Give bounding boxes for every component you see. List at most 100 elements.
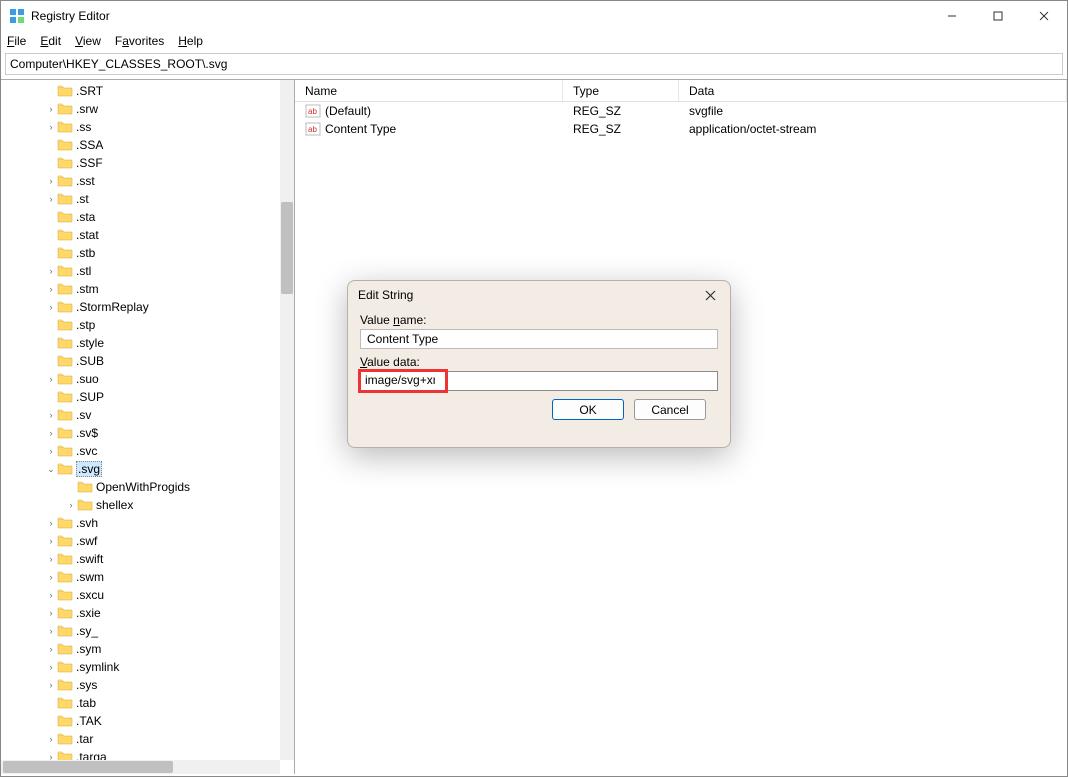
expander-icon[interactable]: ›	[45, 734, 57, 744]
expander-icon[interactable]: ›	[45, 104, 57, 114]
expander-icon[interactable]: ⌄	[45, 464, 57, 475]
expander-icon[interactable]	[45, 698, 57, 708]
menu-help[interactable]: Help	[178, 34, 203, 48]
address-bar[interactable]: Computer\HKEY_CLASSES_ROOT\.svg	[5, 53, 1063, 75]
expander-icon[interactable]: ›	[45, 446, 57, 456]
vertical-scrollbar[interactable]	[280, 80, 294, 760]
expander-icon[interactable]: ›	[45, 428, 57, 438]
expander-icon[interactable]: ›	[45, 122, 57, 132]
horizontal-scrollbar[interactable]	[1, 760, 280, 774]
menu-favorites[interactable]: Favorites	[115, 34, 164, 48]
tree-item[interactable]: OpenWithProgids	[9, 478, 294, 496]
maximize-button[interactable]	[975, 1, 1021, 31]
cancel-button[interactable]: Cancel	[634, 399, 706, 420]
expander-icon[interactable]: ›	[45, 266, 57, 276]
list-row[interactable]: ab(Default)REG_SZsvgfile	[295, 102, 1067, 120]
expander-icon[interactable]: ›	[45, 410, 57, 420]
expander-icon[interactable]: ›	[45, 518, 57, 528]
expander-icon[interactable]: ›	[45, 572, 57, 582]
tree-item[interactable]: .SUP	[9, 388, 294, 406]
tree-item[interactable]: ›.sst	[9, 172, 294, 190]
expander-icon[interactable]: ›	[45, 554, 57, 564]
tree-item[interactable]: ›.svh	[9, 514, 294, 532]
tree-item-label: shellex	[96, 498, 133, 512]
expander-icon[interactable]: ›	[45, 374, 57, 384]
col-header-data[interactable]: Data	[679, 80, 1067, 101]
tree-item[interactable]: ⌄.svg	[9, 460, 294, 478]
list-row[interactable]: abContent TypeREG_SZapplication/octet-st…	[295, 120, 1067, 138]
expander-icon[interactable]	[45, 338, 57, 348]
tree-item[interactable]: ›.stm	[9, 280, 294, 298]
expander-icon[interactable]	[45, 356, 57, 366]
tree-item[interactable]: ›.sym	[9, 640, 294, 658]
close-button[interactable]	[1021, 1, 1067, 31]
expander-icon[interactable]: ›	[65, 500, 77, 510]
tree-item[interactable]: › shellex	[9, 496, 294, 514]
expander-icon[interactable]: ›	[45, 626, 57, 636]
tree-item[interactable]: .stp	[9, 316, 294, 334]
tree-item[interactable]: .style	[9, 334, 294, 352]
tree-item[interactable]: .stat	[9, 226, 294, 244]
expander-icon[interactable]	[45, 716, 57, 726]
expander-icon[interactable]: ›	[45, 302, 57, 312]
minimize-button[interactable]	[929, 1, 975, 31]
ok-button[interactable]: OK	[552, 399, 624, 420]
tree-item[interactable]: .stb	[9, 244, 294, 262]
tree-item[interactable]: .SSF	[9, 154, 294, 172]
tree-item[interactable]: .sta	[9, 208, 294, 226]
dialog-close-button[interactable]	[700, 285, 720, 305]
tree-item[interactable]: .tab	[9, 694, 294, 712]
tree-item[interactable]: ›.sy_	[9, 622, 294, 640]
tree-item[interactable]: .SSA	[9, 136, 294, 154]
menubar: File Edit View Favorites Help	[1, 31, 1067, 51]
tree-item[interactable]: ›.sv$	[9, 424, 294, 442]
tree-item[interactable]: ›.sxcu	[9, 586, 294, 604]
expander-icon[interactable]: ›	[45, 644, 57, 654]
expander-icon[interactable]	[45, 248, 57, 258]
value-data-input[interactable]	[361, 372, 439, 388]
tree-item[interactable]: ›.sv	[9, 406, 294, 424]
menu-edit[interactable]: Edit	[40, 34, 61, 48]
menu-view[interactable]: View	[75, 34, 101, 48]
tree-item-label: .stl	[76, 264, 91, 278]
expander-icon[interactable]: ›	[45, 194, 57, 204]
tree-item[interactable]: › .stl	[9, 262, 294, 280]
expander-icon[interactable]	[45, 86, 57, 96]
tree-item[interactable]: .SUB	[9, 352, 294, 370]
tree-item[interactable]: ›.swf	[9, 532, 294, 550]
tree-item[interactable]: ›.st	[9, 190, 294, 208]
tree-item[interactable]: .TAK	[9, 712, 294, 730]
tree-item[interactable]: ›.swm	[9, 568, 294, 586]
expander-icon[interactable]	[45, 320, 57, 330]
menu-file[interactable]: File	[7, 34, 26, 48]
expander-icon[interactable]: ›	[45, 284, 57, 294]
tree-item-label: .tab	[76, 696, 96, 710]
expander-icon[interactable]	[45, 212, 57, 222]
folder-icon	[77, 498, 93, 512]
expander-icon[interactable]	[45, 158, 57, 168]
tree-item[interactable]: .SRT	[9, 82, 294, 100]
expander-icon[interactable]: ›	[45, 176, 57, 186]
expander-icon[interactable]	[45, 392, 57, 402]
value-name-field[interactable]: Content Type	[360, 329, 718, 349]
tree-item[interactable]: ›.StormReplay	[9, 298, 294, 316]
tree-item[interactable]: ›.swift	[9, 550, 294, 568]
tree-item[interactable]: ›.sys	[9, 676, 294, 694]
expander-icon[interactable]	[45, 140, 57, 150]
expander-icon[interactable]	[45, 230, 57, 240]
expander-icon[interactable]	[65, 482, 77, 492]
tree-item[interactable]: ›.ss	[9, 118, 294, 136]
expander-icon[interactable]: ›	[45, 662, 57, 672]
expander-icon[interactable]: ›	[45, 536, 57, 546]
tree-item[interactable]: ›.tar	[9, 730, 294, 748]
expander-icon[interactable]: ›	[45, 608, 57, 618]
tree-item[interactable]: ›.srw	[9, 100, 294, 118]
expander-icon[interactable]: ›	[45, 590, 57, 600]
tree-item[interactable]: ›.symlink	[9, 658, 294, 676]
tree-item[interactable]: ›.svc	[9, 442, 294, 460]
col-header-name[interactable]: Name	[295, 80, 563, 101]
col-header-type[interactable]: Type	[563, 80, 679, 101]
tree-item[interactable]: ›.sxie	[9, 604, 294, 622]
tree-item[interactable]: ›.suo	[9, 370, 294, 388]
expander-icon[interactable]: ›	[45, 680, 57, 690]
